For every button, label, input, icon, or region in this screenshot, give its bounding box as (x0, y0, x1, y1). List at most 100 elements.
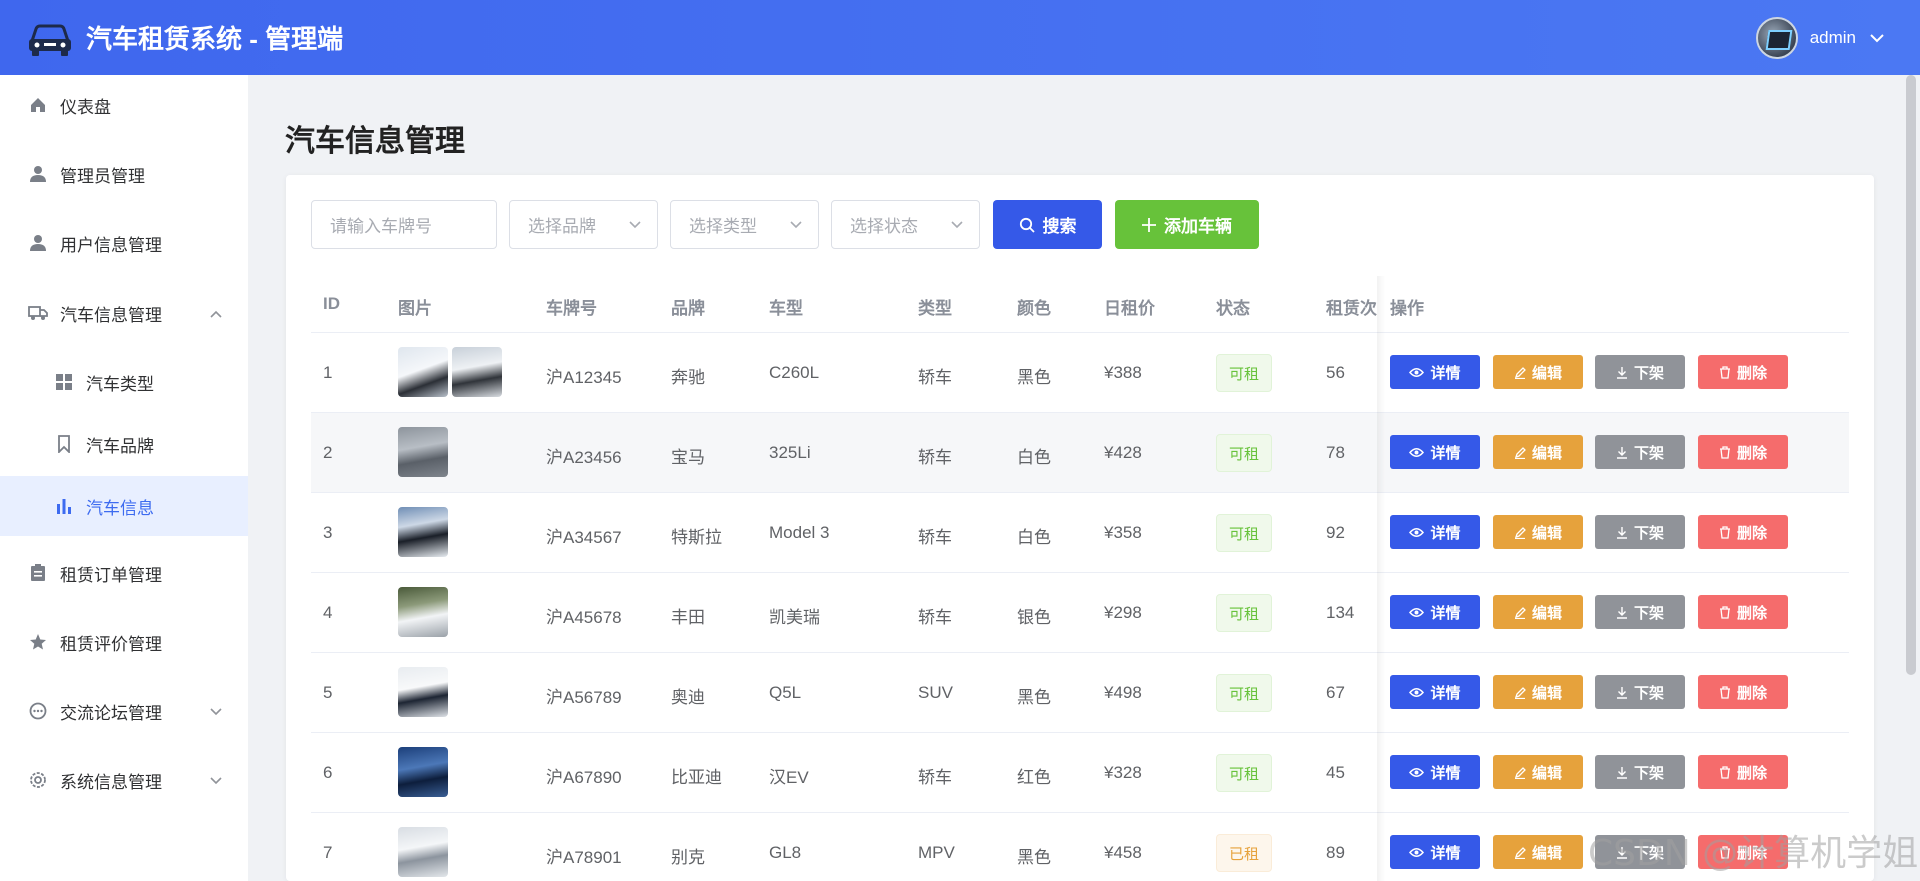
detail-button[interactable]: 详情 (1390, 595, 1480, 629)
brand-select[interactable]: 选择品牌 (509, 200, 658, 249)
status-badge: 已租 (1216, 834, 1272, 872)
delete-button[interactable]: 删除 (1698, 355, 1788, 389)
sidebar-item-car-types[interactable]: 汽车类型 (0, 352, 248, 412)
download-icon (1616, 766, 1627, 779)
delete-button[interactable]: 删除 (1698, 755, 1788, 789)
car-thumbnail[interactable] (452, 347, 502, 397)
sidebar-item-car-brands[interactable]: 汽车品牌 (0, 414, 248, 474)
cell-id: 3 (323, 523, 333, 542)
edit-button[interactable]: 编辑 (1493, 835, 1583, 869)
delete-button[interactable]: 删除 (1698, 675, 1788, 709)
cell-plate: 沪A45678 (546, 608, 622, 627)
avatar[interactable] (1755, 16, 1798, 59)
chevron-up-icon (210, 306, 222, 321)
status-badge: 可租 (1216, 594, 1272, 632)
take-down-button[interactable]: 下架 (1595, 595, 1685, 629)
delete-button[interactable]: 删除 (1698, 435, 1788, 469)
sidebar-item-system[interactable]: 系统信息管理 (0, 750, 248, 810)
edit-button[interactable]: 编辑 (1493, 515, 1583, 549)
edit-button[interactable]: 编辑 (1493, 595, 1583, 629)
delete-label: 删除 (1736, 524, 1767, 542)
car-thumbnail[interactable] (398, 667, 448, 717)
sidebar-item-label: 汽车信息 (86, 498, 154, 518)
sidebar-item-reviews[interactable]: 租赁评价管理 (0, 612, 248, 672)
car-thumbnail[interactable] (398, 587, 448, 637)
delete-label: 删除 (1736, 364, 1767, 382)
car-thumbnail[interactable] (398, 827, 448, 877)
sidebar-item-label: 租赁评价管理 (60, 634, 162, 654)
car-thumbnail[interactable] (398, 347, 448, 397)
type-placeholder: 选择类型 (689, 217, 757, 236)
take-down-button[interactable]: 下架 (1595, 355, 1685, 389)
delete-button[interactable]: 删除 (1698, 515, 1788, 549)
col-model: 车型 (769, 299, 803, 318)
car-thumbnail[interactable] (398, 427, 448, 477)
detail-button[interactable]: 详情 (1390, 755, 1480, 789)
sidebar-item-car-info[interactable]: 汽车信息 (0, 476, 248, 536)
grid-icon (54, 372, 74, 392)
search-button[interactable]: 搜索 (993, 200, 1102, 249)
status-badge: 可租 (1216, 514, 1272, 552)
take-down-button[interactable]: 下架 (1595, 515, 1685, 549)
sidebar-item-label: 仪表盘 (60, 97, 111, 117)
status-select[interactable]: 选择状态 (831, 200, 980, 249)
detail-label: 详情 (1430, 764, 1461, 782)
cell-rent-count: 45 (1326, 763, 1345, 782)
sidebar-item-users[interactable]: 用户信息管理 (0, 213, 248, 273)
chevron-down-icon (951, 217, 963, 232)
chevron-down-icon (210, 773, 222, 788)
detail-button[interactable]: 详情 (1390, 355, 1480, 389)
sidebar-item-label: 管理员管理 (60, 166, 145, 186)
take-down-button[interactable]: 下架 (1595, 435, 1685, 469)
delete-label: 删除 (1736, 444, 1767, 462)
cell-plate: 沪A12345 (546, 368, 622, 387)
detail-button[interactable]: 详情 (1390, 675, 1480, 709)
detail-button[interactable]: 详情 (1390, 835, 1480, 869)
take-down-button[interactable]: 下架 (1595, 675, 1685, 709)
status-badge: 可租 (1216, 434, 1272, 472)
type-select[interactable]: 选择类型 (670, 200, 819, 249)
cell-plate: 沪A34567 (546, 528, 622, 547)
sidebar-item-orders[interactable]: 租赁订单管理 (0, 543, 248, 603)
edit-label: 编辑 (1531, 844, 1562, 862)
sidebar-item-dashboard[interactable]: 仪表盘 (0, 75, 248, 135)
sidebar-item-forum[interactable]: 交流论坛管理 (0, 681, 248, 741)
delete-button[interactable]: 删除 (1698, 595, 1788, 629)
download-icon (1616, 366, 1627, 379)
car-thumbnail[interactable] (398, 507, 448, 557)
col-brand: 品牌 (671, 299, 705, 318)
chevron-down-icon[interactable] (1870, 30, 1884, 46)
pencil-icon (1514, 606, 1526, 619)
status-badge: 可租 (1216, 354, 1272, 392)
take-down-label: 下架 (1633, 684, 1664, 702)
cell-color: 黑色 (1017, 368, 1051, 387)
username[interactable]: admin (1810, 28, 1856, 48)
col-color: 颜色 (1017, 299, 1051, 318)
edit-button[interactable]: 编辑 (1493, 675, 1583, 709)
edit-button[interactable]: 编辑 (1493, 755, 1583, 789)
gear-icon (28, 770, 48, 790)
pencil-icon (1514, 766, 1526, 779)
sidebar-item-car-info-management[interactable]: 汽车信息管理 (0, 283, 248, 343)
detail-button[interactable]: 详情 (1390, 515, 1480, 549)
cell-plate: 沪A23456 (546, 448, 622, 467)
add-vehicle-button[interactable]: 添加车辆 (1115, 200, 1259, 249)
col-status: 状态 (1216, 299, 1250, 318)
trash-icon (1719, 765, 1730, 779)
sidebar-item-admin[interactable]: 管理员管理 (0, 144, 248, 204)
detail-button[interactable]: 详情 (1390, 435, 1480, 469)
cell-plate: 沪A56789 (546, 688, 622, 707)
plate-search-input[interactable]: 请输入车牌号 (311, 200, 497, 249)
page-scrollbar[interactable] (1906, 75, 1916, 675)
cell-brand: 丰田 (671, 608, 705, 627)
edit-button[interactable]: 编辑 (1493, 355, 1583, 389)
cell-id: 6 (323, 763, 333, 782)
edit-label: 编辑 (1531, 684, 1562, 702)
eye-icon (1409, 527, 1425, 537)
plate-placeholder: 请输入车牌号 (330, 217, 432, 236)
cell-model: Q5L (769, 683, 802, 702)
car-thumbnail[interactable] (398, 747, 448, 797)
take-down-button[interactable]: 下架 (1595, 755, 1685, 789)
edit-button[interactable]: 编辑 (1493, 435, 1583, 469)
user-menu[interactable]: admin (1755, 0, 1884, 75)
